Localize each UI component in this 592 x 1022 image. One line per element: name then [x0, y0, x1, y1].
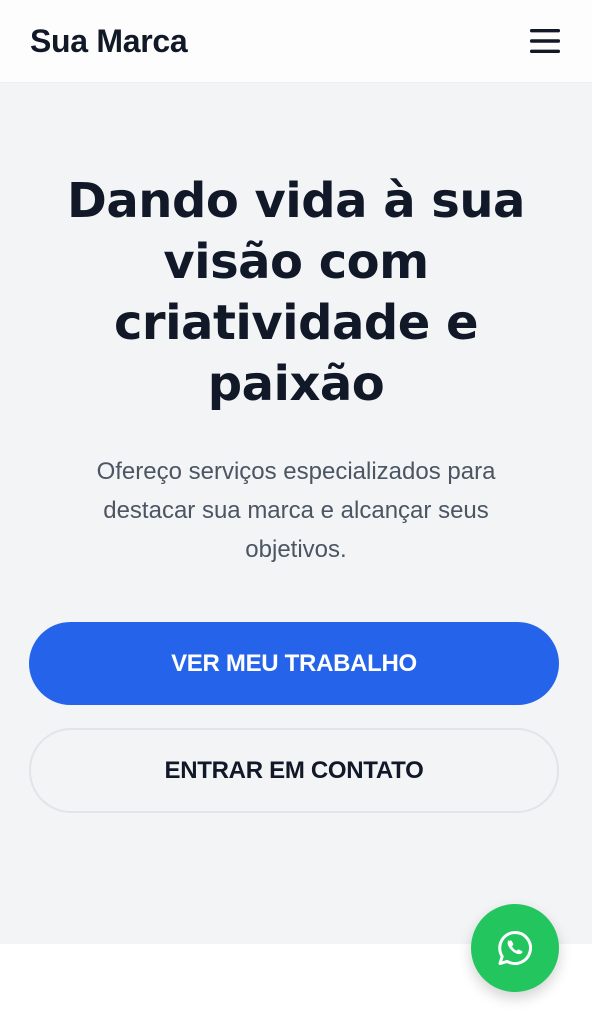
- view-work-button[interactable]: VER MEU TRABALHO: [29, 622, 559, 705]
- hamburger-menu-icon: [530, 29, 560, 53]
- hero-section: Dando vida à sua visão com criatividade …: [0, 83, 592, 944]
- whatsapp-icon: [498, 931, 532, 965]
- brand-logo-text[interactable]: Sua Marca: [30, 23, 188, 60]
- menu-button[interactable]: [528, 24, 562, 58]
- site-header: Sua Marca: [0, 0, 592, 83]
- whatsapp-button[interactable]: [471, 904, 559, 992]
- contact-button[interactable]: ENTRAR EM CONTATO: [29, 728, 559, 813]
- page: Sua Marca Dando vida à sua visão com cri…: [0, 0, 592, 1022]
- hero-subtitle: Ofereço serviços especializados para des…: [96, 458, 496, 563]
- hero-title: Dando vida à sua visão com criatividade …: [67, 173, 525, 412]
